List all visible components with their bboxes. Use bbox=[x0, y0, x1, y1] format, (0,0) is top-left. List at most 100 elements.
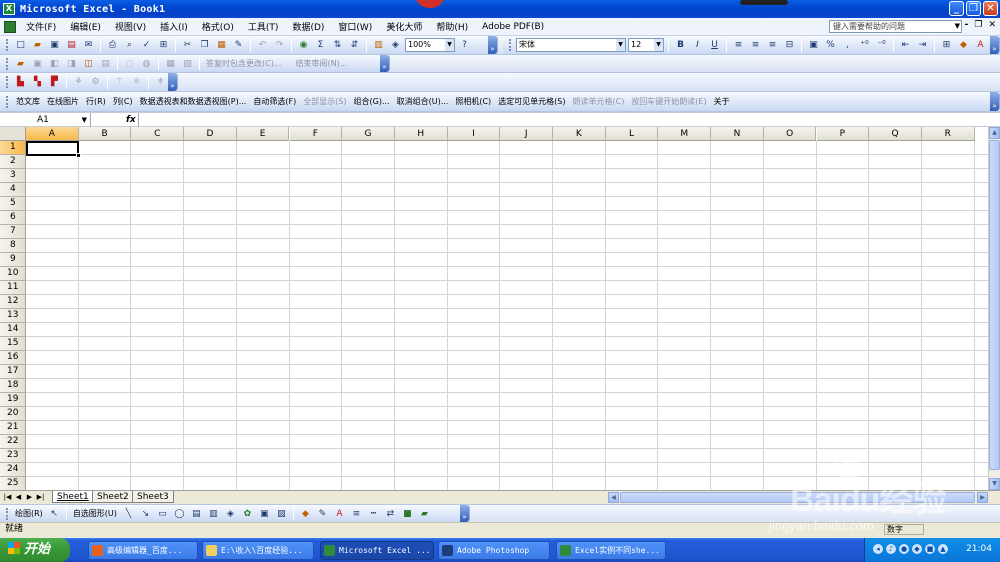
accept-icon[interactable]: ◍ bbox=[139, 56, 154, 71]
disabled-tool-icon[interactable]: ⚙ bbox=[88, 75, 103, 90]
row-header[interactable]: 17 bbox=[0, 365, 26, 379]
italic-button[interactable]: I bbox=[690, 38, 705, 53]
row-header[interactable]: 22 bbox=[0, 435, 26, 449]
row-header[interactable]: 24 bbox=[0, 463, 26, 477]
row-header[interactable]: 5 bbox=[0, 197, 26, 211]
column-header[interactable]: L bbox=[605, 127, 659, 141]
online-picture-button[interactable]: 在线图片 bbox=[45, 96, 81, 107]
pivot-table-button[interactable]: 数据透视表和数据透视图(P)... bbox=[138, 96, 249, 107]
minimize-button[interactable]: _ bbox=[949, 1, 964, 16]
column-header[interactable]: F bbox=[289, 127, 343, 141]
select-all-button[interactable] bbox=[0, 127, 26, 141]
first-sheet-icon[interactable]: |◀ bbox=[2, 491, 13, 503]
column-header[interactable]: N bbox=[711, 127, 764, 141]
sort-descending-icon[interactable]: ⇵ bbox=[347, 38, 362, 53]
bold-button[interactable]: B bbox=[673, 38, 688, 53]
compare-icon[interactable]: ▣ bbox=[30, 56, 45, 71]
autosum-icon[interactable]: Σ bbox=[313, 38, 328, 53]
chevron-down-icon[interactable]: ▼ bbox=[82, 113, 87, 127]
scroll-left-icon[interactable]: ◀ bbox=[608, 492, 619, 503]
column-header[interactable]: R bbox=[921, 127, 975, 141]
oval-icon[interactable]: ◯ bbox=[172, 506, 187, 521]
column-header[interactable]: K bbox=[553, 127, 606, 141]
help-icon[interactable]: ? bbox=[457, 38, 472, 53]
excel-icon[interactable]: X bbox=[3, 3, 15, 15]
comma-style-icon[interactable]: , bbox=[840, 38, 855, 53]
toolbar-options-icon[interactable]: » bbox=[380, 55, 389, 72]
vertical-textbox-icon[interactable]: ▥ bbox=[206, 506, 221, 521]
column-header[interactable]: Q bbox=[869, 127, 922, 141]
font-color-icon[interactable]: A bbox=[973, 38, 988, 53]
menu-data[interactable]: 数据(D) bbox=[285, 20, 331, 33]
column-header[interactable]: C bbox=[131, 127, 185, 141]
toolbar-options-icon[interactable]: » bbox=[488, 36, 497, 54]
select-objects-icon[interactable]: ↖ bbox=[47, 506, 62, 521]
active-cell[interactable] bbox=[26, 141, 81, 158]
decrease-decimal-icon[interactable]: ⁻⁰ bbox=[874, 38, 889, 53]
row-header[interactable]: 9 bbox=[0, 253, 26, 267]
worksheet-grid[interactable]: A B C D E F G H I J K L M N O P Q R 1 2 3 4 5 6 7 8 9 10 11 12 13 14 15 1… bbox=[0, 127, 988, 490]
line-color-icon[interactable]: ✎ bbox=[315, 506, 330, 521]
line-icon[interactable]: ╲ bbox=[121, 506, 136, 521]
row-header[interactable]: 19 bbox=[0, 393, 26, 407]
row-header[interactable]: 15 bbox=[0, 337, 26, 351]
row-header[interactable]: 21 bbox=[0, 421, 26, 435]
vertical-scrollbar[interactable]: ▲ ▼ bbox=[988, 127, 1000, 490]
tab-sheet3[interactable]: Sheet3 bbox=[132, 491, 174, 503]
row-header[interactable]: 1 bbox=[0, 141, 26, 155]
scroll-right-icon[interactable]: ▶ bbox=[977, 492, 988, 503]
toolbar-options-icon[interactable]: » bbox=[990, 92, 999, 111]
task-browser[interactable]: 高级编辑器_百度... bbox=[88, 541, 198, 560]
doc-restore-button[interactable]: ❐ bbox=[974, 20, 982, 30]
column-header[interactable]: A bbox=[26, 127, 79, 141]
font-color-icon[interactable]: A bbox=[332, 506, 347, 521]
scroll-down-icon[interactable]: ▼ bbox=[989, 478, 1000, 490]
font-size-select[interactable]: 12 ▼ bbox=[628, 38, 664, 52]
increase-decimal-icon[interactable]: ⁺⁰ bbox=[857, 38, 872, 53]
copy-icon[interactable]: ❐ bbox=[197, 38, 212, 53]
convert-pdf-icon[interactable]: ▙ bbox=[13, 75, 28, 90]
speak-on-enter-button[interactable]: 按回车键开始朗读(E) bbox=[629, 96, 708, 107]
menu-tools[interactable]: 工具(T) bbox=[241, 20, 286, 33]
formula-input[interactable] bbox=[142, 113, 992, 127]
autoshapes-button[interactable]: 自选图形(U) bbox=[71, 508, 119, 519]
task-excel[interactable]: Microsoft Excel ... bbox=[320, 541, 434, 560]
chevron-down-icon[interactable]: ▼ bbox=[616, 39, 625, 51]
new-comment-icon[interactable]: ◫ bbox=[81, 56, 96, 71]
pdf-review-icon[interactable]: ▛ bbox=[47, 75, 62, 90]
column-header[interactable]: O bbox=[763, 127, 817, 141]
previous-comment-icon[interactable]: ◧ bbox=[47, 56, 62, 71]
row-header[interactable]: 3 bbox=[0, 169, 26, 183]
scroll-up-icon[interactable]: ▲ bbox=[989, 127, 1000, 139]
spelling-icon[interactable]: ✓ bbox=[139, 38, 154, 53]
name-box[interactable]: A1 ▼ bbox=[1, 113, 91, 127]
menu-beautify[interactable]: 美化大师 bbox=[379, 20, 429, 33]
dash-style-icon[interactable]: ┅ bbox=[366, 506, 381, 521]
percent-button[interactable]: % bbox=[823, 38, 838, 53]
doc-minimize-button[interactable]: - bbox=[965, 20, 969, 30]
row-header[interactable]: 11 bbox=[0, 281, 26, 295]
toolbar-grip[interactable] bbox=[6, 95, 9, 108]
shadow-icon[interactable]: ■ bbox=[400, 506, 415, 521]
task-excel-example[interactable]: Excel实例不同she... bbox=[556, 541, 666, 560]
menu-adobe-pdf[interactable]: Adobe PDF(B) bbox=[475, 22, 551, 32]
close-button[interactable]: ✕ bbox=[983, 1, 998, 16]
chevron-down-icon[interactable]: ▼ bbox=[445, 39, 454, 51]
ime-icon[interactable]: ■ bbox=[925, 544, 935, 554]
menu-file[interactable]: 文件(F) bbox=[19, 20, 63, 33]
restore-button[interactable]: ❐ bbox=[966, 1, 981, 16]
row-header[interactable]: 12 bbox=[0, 295, 26, 309]
show-all-button[interactable]: 全部显示(S) bbox=[301, 96, 348, 107]
line-style-icon[interactable]: ≡ bbox=[349, 506, 364, 521]
diagram-icon[interactable]: ✿ bbox=[240, 506, 255, 521]
row-header[interactable]: 23 bbox=[0, 449, 26, 463]
textbox-icon[interactable]: ▤ bbox=[189, 506, 204, 521]
align-center-icon[interactable]: ≡ bbox=[748, 38, 763, 53]
camera-button[interactable]: 照相机(C) bbox=[453, 96, 493, 107]
column-header[interactable]: J bbox=[500, 127, 553, 141]
column-header[interactable]: B bbox=[78, 127, 132, 141]
prev-sheet-icon[interactable]: ◀ bbox=[13, 491, 24, 503]
task-explorer[interactable]: E:\收入\百度经验... bbox=[202, 541, 314, 560]
workbook-icon[interactable] bbox=[4, 20, 16, 33]
decrease-indent-icon[interactable]: ⇤ bbox=[898, 38, 913, 53]
